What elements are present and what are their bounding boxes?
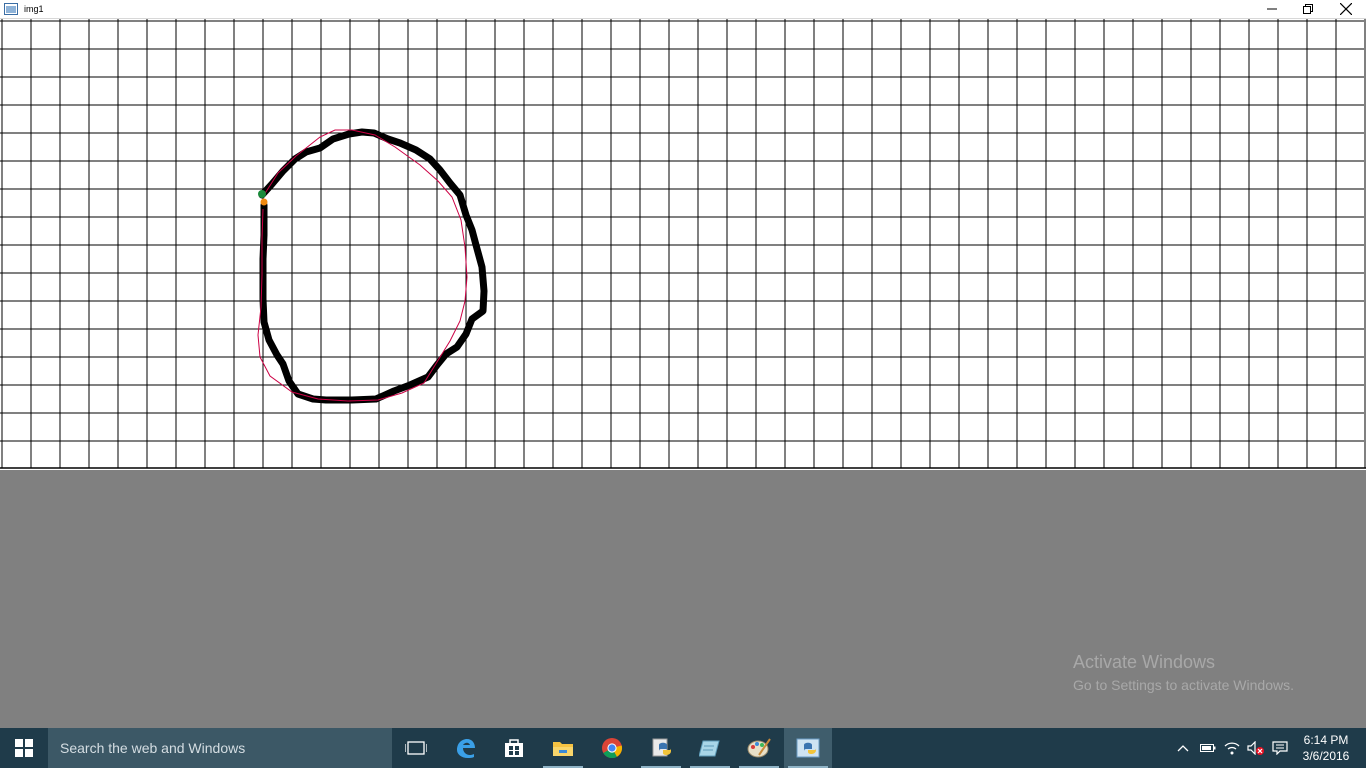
watermark-subtitle: Go to Settings to activate Windows. bbox=[1073, 677, 1294, 693]
notepad-icon bbox=[699, 740, 720, 757]
task-view-icon bbox=[405, 741, 427, 755]
network-button[interactable] bbox=[1220, 728, 1244, 768]
search-box[interactable]: Search the web and Windows bbox=[48, 728, 392, 768]
drawn-stroke bbox=[258, 128, 488, 404]
restore-icon bbox=[1303, 4, 1313, 14]
minimize-button[interactable] bbox=[1254, 0, 1290, 18]
volume-muted-icon bbox=[1247, 741, 1264, 755]
clock[interactable]: 6:14 PM 3/6/2016 bbox=[1298, 732, 1354, 764]
window-titlebar: img1 bbox=[0, 0, 1366, 19]
grid-canvas[interactable] bbox=[0, 19, 1366, 470]
restore-button[interactable] bbox=[1290, 0, 1326, 18]
window-title: img1 bbox=[24, 4, 44, 14]
file-explorer-button[interactable] bbox=[539, 728, 587, 768]
minimize-icon bbox=[1267, 8, 1277, 10]
chrome-icon bbox=[602, 738, 623, 759]
chevron-up-icon bbox=[1177, 745, 1189, 752]
python-button[interactable] bbox=[637, 728, 685, 768]
search-placeholder: Search the web and Windows bbox=[60, 740, 246, 756]
action-center-button[interactable] bbox=[1268, 728, 1292, 768]
task-view-button[interactable] bbox=[392, 728, 440, 768]
drawing-canvas[interactable] bbox=[0, 19, 1366, 470]
trace-line bbox=[257, 129, 468, 402]
notepad-button[interactable] bbox=[686, 728, 734, 768]
store-icon bbox=[505, 739, 523, 757]
close-button[interactable] bbox=[1328, 0, 1364, 18]
taskbar: Search the web and Windows 6:14 PM 3/6/2… bbox=[0, 728, 1366, 768]
battery-button[interactable] bbox=[1196, 728, 1220, 768]
battery-icon bbox=[1200, 744, 1216, 752]
edge-icon bbox=[457, 739, 475, 758]
action-center-icon bbox=[1272, 741, 1288, 755]
watermark-title: Activate Windows bbox=[1073, 652, 1216, 672]
edge-button[interactable] bbox=[441, 728, 489, 768]
paint-button[interactable] bbox=[735, 728, 783, 768]
volume-button[interactable] bbox=[1244, 728, 1268, 768]
python-window-button[interactable] bbox=[784, 728, 832, 768]
end-point-dot bbox=[260, 198, 268, 206]
store-button[interactable] bbox=[490, 728, 538, 768]
file-explorer-icon bbox=[553, 742, 573, 756]
python-window-icon bbox=[796, 738, 820, 758]
windows-logo-icon bbox=[15, 739, 33, 757]
python-icon bbox=[652, 738, 671, 757]
close-icon bbox=[1340, 3, 1352, 15]
wifi-icon bbox=[1224, 742, 1240, 755]
clock-date: 3/6/2016 bbox=[1302, 749, 1350, 763]
paint-icon bbox=[747, 738, 771, 758]
clock-time: 6:14 PM bbox=[1303, 733, 1349, 747]
chrome-button[interactable] bbox=[588, 728, 636, 768]
activate-windows-watermark: Activate Windows Go to Settings to activ… bbox=[1073, 652, 1294, 694]
start-button[interactable] bbox=[0, 728, 48, 768]
show-hidden-icons-button[interactable] bbox=[1171, 728, 1195, 768]
app-window-icon bbox=[4, 3, 18, 15]
start-point-dot bbox=[258, 190, 266, 198]
grid-lines bbox=[0, 19, 1366, 469]
